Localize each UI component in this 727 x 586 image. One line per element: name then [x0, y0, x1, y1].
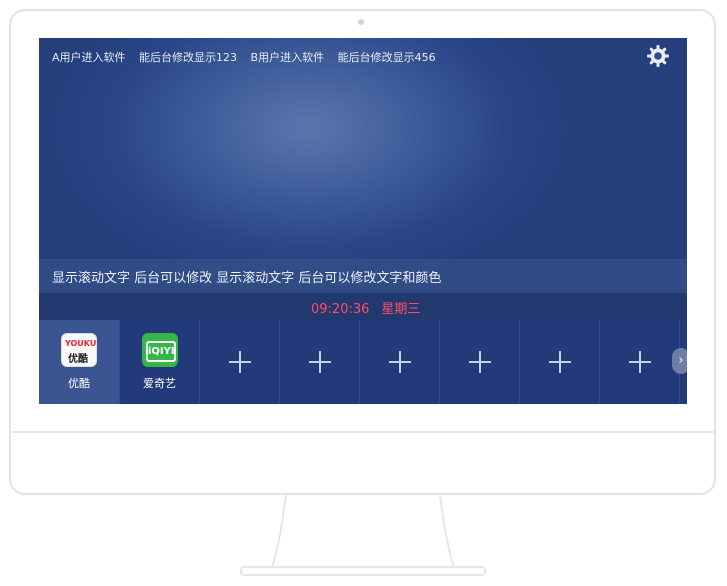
app-label: 优酷	[68, 377, 90, 390]
user-b-label: B用户进入软件	[250, 51, 325, 64]
user-a-info: 能后台修改显示123	[139, 51, 238, 64]
user-a-label: A用户进入软件	[52, 51, 126, 64]
user-info-bar: A用户进入软件 能后台修改显示123 B用户进入软件 能后台修改显示456	[52, 49, 446, 65]
clock-time: 09:20:36	[311, 302, 370, 317]
clock-weekday: 星期三	[381, 302, 421, 317]
monitor-stand	[272, 495, 454, 568]
monitor-base	[240, 566, 486, 576]
scrolling-text-bar: 显示滚动文字 后台可以修改 显示滚动文字 后台可以修改文字和颜色	[39, 259, 687, 293]
add-app-slot[interactable]	[520, 320, 600, 404]
app-dock: YOUKU 优酷 优酷 iQIYI 爱奇艺 ›	[39, 320, 687, 404]
camera-dot	[358, 19, 364, 25]
iqiyi-logo-text: iQIYI	[146, 341, 176, 362]
chevron-right-icon[interactable]: ›	[672, 348, 687, 374]
plus-icon	[308, 351, 331, 373]
tv-screen: A用户进入软件 能后台修改显示123 B用户进入软件 能后台修改显示456 显示…	[39, 38, 687, 404]
gear-icon[interactable]	[646, 44, 670, 68]
youku-logo-cn: 优酷	[68, 354, 88, 365]
user-b-info: 能后台修改显示456	[337, 51, 436, 64]
youku-icon: YOUKU 优酷	[61, 333, 97, 367]
app-label: 爱奇艺	[143, 377, 176, 390]
app-tile-iqiyi[interactable]: iQIYI 爱奇艺	[120, 320, 200, 404]
app-tile-youku[interactable]: YOUKU 优酷 优酷	[39, 320, 120, 404]
plus-icon	[228, 351, 251, 373]
plus-icon	[628, 351, 651, 373]
clock-bar: 09:20:36 星期三	[39, 293, 687, 320]
add-app-slot[interactable]	[600, 320, 680, 404]
add-app-slot[interactable]	[200, 320, 280, 404]
add-app-slot[interactable]	[360, 320, 440, 404]
scrolling-text: 显示滚动文字 后台可以修改 显示滚动文字 后台可以修改文字和颜色	[52, 271, 442, 286]
iqiyi-icon: iQIYI	[142, 333, 178, 367]
plus-icon	[548, 351, 571, 373]
plus-icon	[468, 351, 491, 373]
clock: 09:20:36 星期三	[311, 298, 432, 317]
plus-icon	[388, 351, 411, 373]
add-app-slot[interactable]	[280, 320, 360, 404]
add-app-slot[interactable]	[440, 320, 520, 404]
monitor-chin	[11, 431, 714, 433]
youku-logo-text: YOUKU	[65, 339, 97, 348]
